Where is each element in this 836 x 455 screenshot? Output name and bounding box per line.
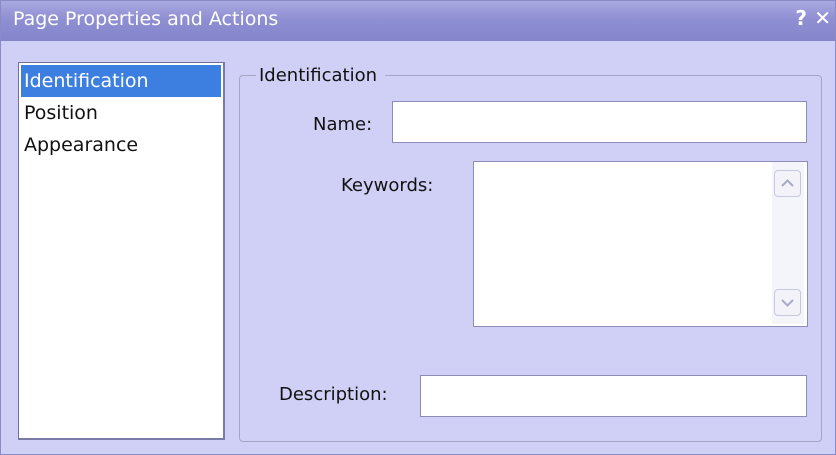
category-list: Identification Position Appearance [18,62,225,440]
keywords-label: Keywords: [341,175,434,196]
help-icon[interactable]: ? [795,6,807,30]
description-label: Description: [279,384,388,405]
category-item-identification[interactable]: Identification [21,65,221,97]
scroll-down-button[interactable] [774,289,801,316]
chevron-up-icon [781,179,794,187]
group-legend: Identification [256,65,386,86]
name-field[interactable] [392,101,807,143]
keywords-textarea[interactable] [473,161,808,327]
description-field[interactable] [420,375,807,417]
keywords-scrollbar[interactable] [772,162,804,324]
close-icon[interactable]: ✕ [814,6,831,30]
scroll-up-button[interactable] [774,170,801,197]
name-label: Name: [313,114,373,135]
category-item-position[interactable]: Position [21,97,221,129]
chevron-down-icon [781,299,794,307]
category-item-appearance[interactable]: Appearance [21,129,221,161]
title-bar[interactable]: Page Properties and Actions ? ✕ [1,1,835,41]
dialog-title: Page Properties and Actions [13,8,279,30]
page-properties-dialog: Page Properties and Actions ? ✕ Identifi… [0,0,836,455]
